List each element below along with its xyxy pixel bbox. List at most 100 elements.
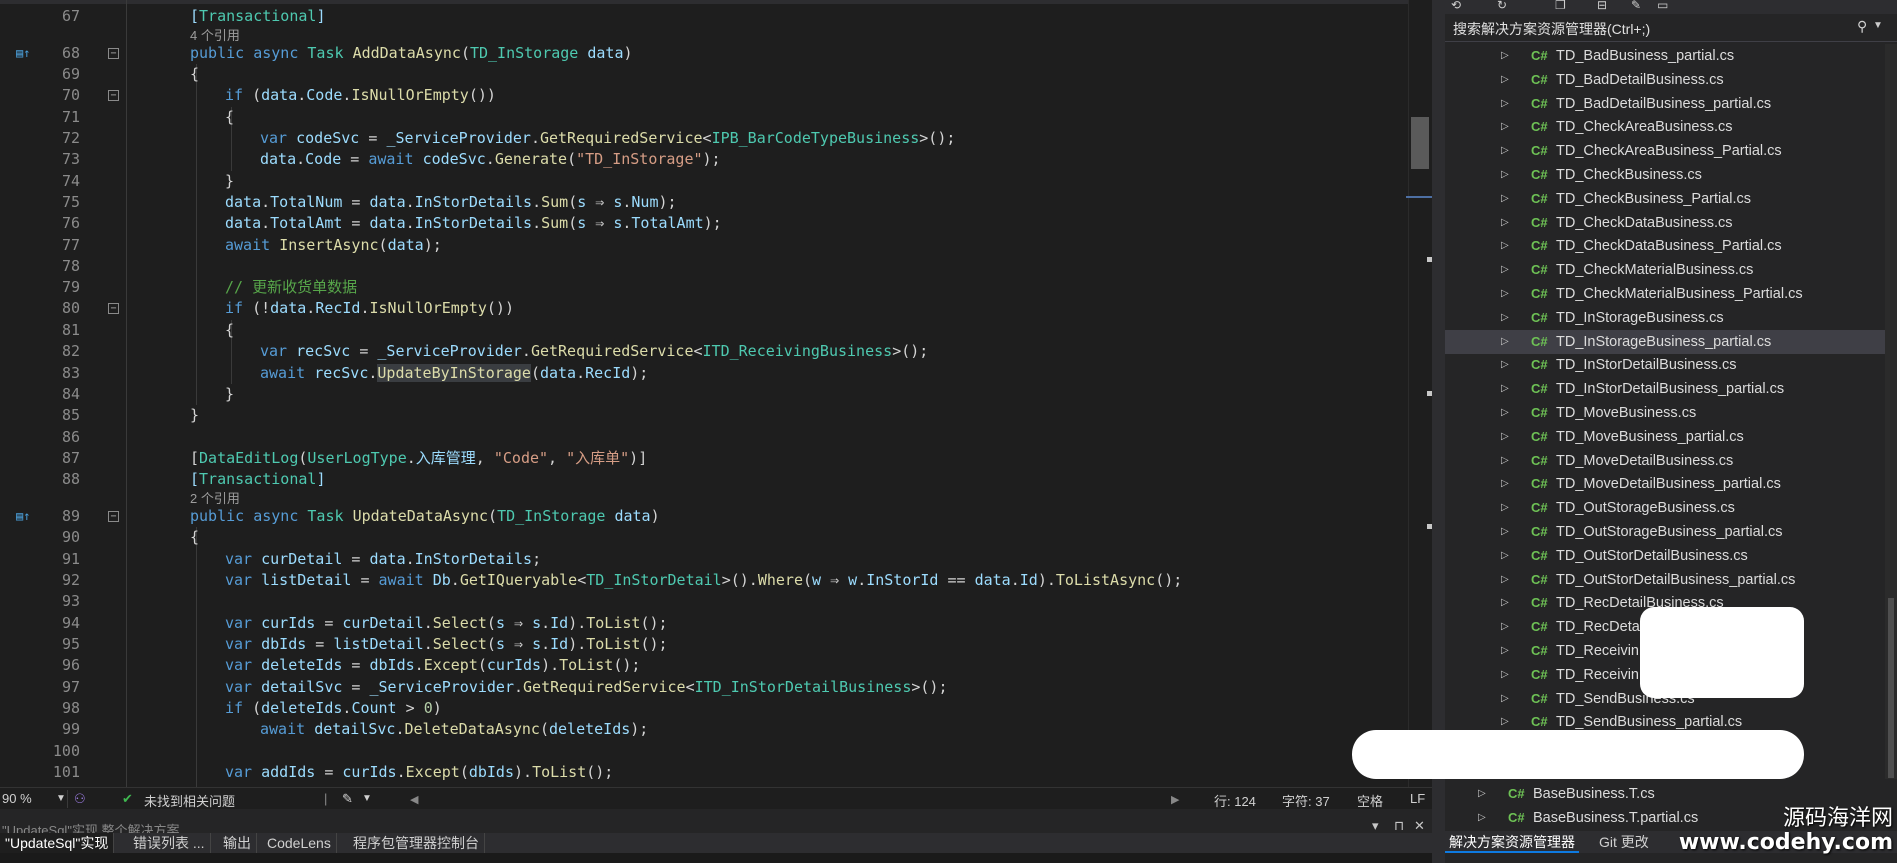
solution-tree-item[interactable]: ▷ C# TD_MoveBusiness_partial.cs bbox=[1445, 425, 1885, 449]
code-line[interactable]: 76 data.TotalAmt = data.InStorDetails.Sum… bbox=[0, 213, 1400, 234]
collapse-icon[interactable]: ⊟ bbox=[1597, 0, 1607, 12]
chevron-down-icon[interactable]: ▼ bbox=[1873, 20, 1883, 31]
solution-tree-item[interactable]: ▷ C# TD_CheckDataBusiness_Partial.cs bbox=[1445, 234, 1885, 258]
code-line[interactable]: 71 { bbox=[0, 107, 1400, 128]
code-line[interactable]: 94 var curIds = curDetail.Select(s ⇒ s.Id… bbox=[0, 613, 1400, 634]
expand-arrow-icon[interactable]: ▷ bbox=[1501, 663, 1509, 687]
expand-arrow-icon[interactable]: ▷ bbox=[1501, 449, 1509, 473]
code-line[interactable]: 96 var deleteIds = dbIds.Except(curIds).T… bbox=[0, 655, 1400, 676]
code-text[interactable]: var curDetail = data.InStorDetails; bbox=[225, 549, 541, 570]
tab-solution-explorer[interactable]: 解决方案资源管理器 bbox=[1445, 831, 1579, 853]
code-editor[interactable]: 67 [Transactional] 4 个引用 ▤↑ 68− public async … bbox=[0, 0, 1432, 787]
expand-arrow-icon[interactable]: ▷ bbox=[1501, 496, 1509, 520]
code-text[interactable]: var curIds = curDetail.Select(s ⇒ s.Id).… bbox=[225, 613, 668, 634]
code-line[interactable]: 85} bbox=[0, 405, 1400, 426]
chevron-down-icon[interactable]: ▼ bbox=[362, 793, 372, 804]
expand-arrow-icon[interactable]: ▷ bbox=[1501, 401, 1509, 425]
code-text[interactable]: var detailSvc = _ServiceProvider.GetRequ… bbox=[225, 677, 948, 698]
whitespace-indicator[interactable]: 空格 bbox=[1357, 791, 1383, 810]
copilot-icon[interactable]: ⚇ bbox=[74, 791, 86, 807]
dropdown-icon[interactable]: ▾ bbox=[1372, 818, 1379, 833]
code-text[interactable]: [Transactional] bbox=[190, 6, 325, 27]
code-text[interactable]: { bbox=[190, 527, 199, 548]
code-text[interactable]: // 更新收货单数据 bbox=[225, 277, 357, 298]
code-text[interactable]: var codeSvc = _ServiceProvider.GetRequir… bbox=[260, 128, 955, 149]
code-line[interactable]: 82 var recSvc = _ServiceProvider.GetRequi… bbox=[0, 341, 1400, 362]
code-line[interactable]: 74} bbox=[0, 171, 1400, 192]
solution-tree-item[interactable]: ▷ C# TD_CheckMaterialBusiness.cs bbox=[1445, 258, 1885, 282]
fold-toggle-icon[interactable]: − bbox=[108, 90, 119, 101]
refresh-icon[interactable]: ↻ bbox=[1497, 0, 1507, 12]
code-text[interactable]: await detailSvc.DeleteDataAsync(deleteId… bbox=[260, 719, 648, 740]
code-line[interactable]: 78 bbox=[0, 256, 1400, 277]
expand-arrow-icon[interactable]: ▷ bbox=[1501, 44, 1509, 68]
tab-error-list[interactable]: 错误列表 ... bbox=[128, 833, 211, 853]
code-text[interactable]: { bbox=[225, 107, 234, 128]
solution-tree-item[interactable]: ▷ C# TD_OutStorDetailBusiness_partial.cs bbox=[1445, 568, 1885, 592]
solution-tree-item[interactable]: ▷ C# TD_BadDetailBusiness.cs bbox=[1445, 68, 1885, 92]
code-line[interactable]: 87 [DataEditLog(UserLogType.入库管理, "Code",… bbox=[0, 448, 1400, 469]
code-text[interactable]: public async Task UpdateDataAsync(TD_InS… bbox=[190, 506, 660, 527]
expand-arrow-icon[interactable]: ▷ bbox=[1501, 139, 1509, 163]
fold-toggle-icon[interactable]: − bbox=[108, 511, 119, 522]
code-text[interactable]: { bbox=[225, 320, 234, 341]
solution-tree-item[interactable]: ▷ C# TD_CheckBusiness.cs bbox=[1445, 163, 1885, 187]
expand-arrow-icon[interactable]: ▷ bbox=[1501, 687, 1509, 711]
solution-tree-item[interactable]: ▷ C# TD_InStorageBusiness.cs bbox=[1445, 306, 1885, 330]
fold-toggle-icon[interactable]: − bbox=[108, 303, 119, 314]
scroll-left-icon[interactable]: ◀ bbox=[410, 793, 418, 806]
code-line[interactable]: 91 var curDetail = data.InStorDetails; bbox=[0, 549, 1400, 570]
code-line[interactable]: 100 bbox=[0, 741, 1400, 762]
expand-arrow-icon[interactable]: ▷ bbox=[1501, 520, 1509, 544]
fold-toggle-icon[interactable]: − bbox=[108, 48, 119, 59]
code-text[interactable]: var addIds = curIds.Except(dbIds).ToList… bbox=[225, 762, 613, 783]
expand-arrow-icon[interactable]: ▷ bbox=[1501, 115, 1509, 139]
code-line[interactable]: 93 bbox=[0, 591, 1400, 612]
code-text[interactable]: } bbox=[225, 384, 234, 405]
expand-arrow-icon[interactable]: ▷ bbox=[1478, 806, 1486, 830]
code-line[interactable]: 75 data.TotalNum = data.InStorDetails.Sum… bbox=[0, 192, 1400, 213]
code-line[interactable]: 83 await recSvc.UpdateByInStorage(data.Re… bbox=[0, 363, 1400, 384]
code-text[interactable]: var dbIds = listDetail.Select(s ⇒ s.Id).… bbox=[225, 634, 668, 655]
solution-scrollbar-thumb[interactable] bbox=[1888, 598, 1894, 778]
chevron-down-icon[interactable]: ▼ bbox=[56, 793, 66, 804]
solution-tree-item[interactable]: ▷ C# TD_CheckAreaBusiness.cs bbox=[1445, 115, 1885, 139]
code-line[interactable]: 77 await InsertAsync(data); bbox=[0, 235, 1400, 256]
solution-tree-item[interactable]: ▷ C# TD_MoveDetailBusiness.cs bbox=[1445, 449, 1885, 473]
expand-arrow-icon[interactable]: ▷ bbox=[1501, 282, 1509, 306]
code-text[interactable]: data.Code = await codeSvc.Generate("TD_I… bbox=[260, 149, 721, 170]
implementation-glyph-icon[interactable]: ▤↑ bbox=[16, 43, 36, 64]
code-line[interactable]: 86 bbox=[0, 427, 1400, 448]
code-text[interactable]: if (data.Code.IsNullOrEmpty()) bbox=[225, 85, 496, 106]
solution-tree-item[interactable]: ▷ C# TD_CheckDataBusiness.cs bbox=[1445, 211, 1885, 235]
eol-indicator[interactable]: LF bbox=[1410, 791, 1425, 806]
zoom-level[interactable]: 90 % bbox=[2, 791, 32, 806]
solution-tree-item[interactable]: ▷ C# TD_OutStorageBusiness_partial.cs bbox=[1445, 520, 1885, 544]
brush-icon[interactable]: ✎ bbox=[342, 791, 353, 807]
expand-arrow-icon[interactable]: ▷ bbox=[1501, 330, 1509, 354]
tab-codelens[interactable]: CodeLens bbox=[262, 833, 337, 853]
code-text[interactable]: public async Task AddDataAsync(TD_InStor… bbox=[190, 43, 633, 64]
pin-icon[interactable]: ⊓ bbox=[1394, 818, 1404, 833]
close-icon[interactable]: ✕ bbox=[1414, 818, 1425, 833]
expand-arrow-icon[interactable]: ▷ bbox=[1501, 377, 1509, 401]
solution-tree-item[interactable]: ▷ C# TD_MoveDetailBusiness_partial.cs bbox=[1445, 472, 1885, 496]
scroll-right-icon[interactable]: ▶ bbox=[1171, 793, 1179, 806]
issues-status[interactable]: 未找到相关问题 bbox=[144, 791, 235, 810]
code-line[interactable]: 90 { bbox=[0, 527, 1400, 548]
code-line[interactable]: 98 if (deleteIds.Count > 0) bbox=[0, 698, 1400, 719]
code-text[interactable]: var listDetail = await Db.GetIQueryable<… bbox=[225, 570, 1182, 591]
tab-package-manager-console[interactable]: 程序包管理器控制台 bbox=[348, 833, 485, 853]
solution-tree-item[interactable]: ▷ C# BaseBusiness.T.cs bbox=[1445, 782, 1885, 806]
code-line[interactable]: 99 await detailSvc.DeleteDataAsync(delete… bbox=[0, 719, 1400, 740]
code-text[interactable]: if (!data.RecId.IsNullOrEmpty()) bbox=[225, 298, 514, 319]
code-text[interactable]: { bbox=[190, 64, 199, 85]
code-line[interactable]: 72 var codeSvc = _ServiceProvider.GetRequ… bbox=[0, 128, 1400, 149]
expand-arrow-icon[interactable]: ▷ bbox=[1501, 92, 1509, 116]
solution-tree-item[interactable]: ▷ C# TD_BadBusiness_partial.cs bbox=[1445, 44, 1885, 68]
expand-arrow-icon[interactable]: ▷ bbox=[1501, 258, 1509, 282]
tab-output[interactable]: 输出 bbox=[218, 833, 257, 853]
code-text[interactable]: } bbox=[190, 405, 199, 426]
expand-arrow-icon[interactable]: ▷ bbox=[1501, 472, 1509, 496]
expand-arrow-icon[interactable]: ▷ bbox=[1501, 234, 1509, 258]
